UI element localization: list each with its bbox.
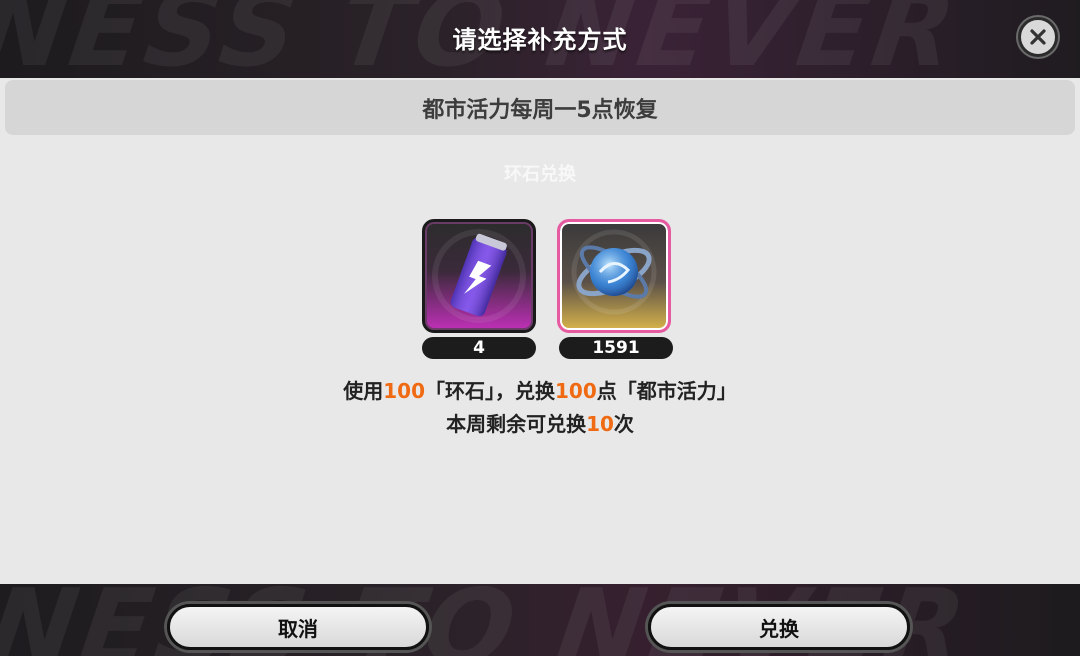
recovery-info-banner: 都市活力每周一5点恢复 xyxy=(5,80,1075,135)
dialog-title: 请选择补充方式 xyxy=(452,26,628,54)
exchange-button[interactable]: 兑换 xyxy=(648,604,910,650)
desc-text: 使用 xyxy=(343,379,384,403)
polychrome-option[interactable] xyxy=(557,219,671,333)
cancel-button[interactable]: 取消 xyxy=(167,604,429,650)
dialog-header: NESS TO NEVER 请选择补充方式 xyxy=(0,0,1080,78)
close-button[interactable] xyxy=(1018,17,1058,57)
remaining-count: 10 xyxy=(586,412,614,436)
remaining-text: 本周剩余可兑换 xyxy=(446,412,587,436)
desc-cost: 100 xyxy=(383,379,425,403)
banner-text: 都市活力每周一5点恢复 xyxy=(422,97,658,123)
cancel-label: 取消 xyxy=(278,616,318,641)
polychrome-icon xyxy=(571,229,657,315)
desc-gain: 100 xyxy=(555,379,597,403)
dialog-footer: NESS TO NEVER xyxy=(0,584,1080,656)
remaining-text: 次 xyxy=(613,412,634,436)
desc-text: 点「都市活力」 xyxy=(596,379,737,403)
exchange-label: 兑换 xyxy=(759,616,799,641)
exchange-description: 使用100「环石」，兑换100点「都市活力」 xyxy=(0,375,1080,404)
close-icon xyxy=(1030,29,1046,45)
desc-text: 「环石」，兑换 xyxy=(425,379,555,403)
energy-drink-count: 4 xyxy=(422,337,536,359)
energy-drink-icon xyxy=(432,229,526,323)
faint-section-label: 环石兑换 xyxy=(504,164,576,185)
remaining-exchanges: 本周剩余可兑换10次 xyxy=(0,408,1080,437)
polychrome-count: 1591 xyxy=(559,337,673,359)
energy-drink-option[interactable] xyxy=(422,219,536,333)
